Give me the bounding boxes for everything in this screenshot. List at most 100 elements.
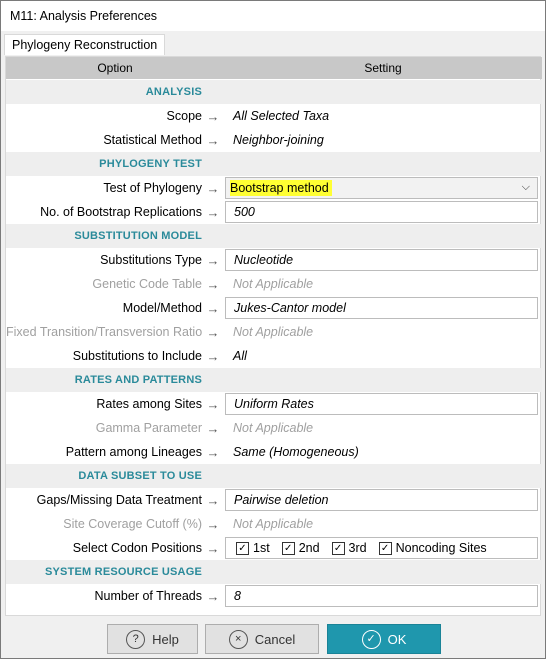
option-label: Select Codon Positions (72, 541, 202, 555)
arrow-right-icon: → (206, 300, 220, 316)
codon-checkbox[interactable]: ✓ 3rd (331, 541, 367, 555)
arrow-right-icon: → (206, 348, 220, 364)
option-label: Test of Phylogeny (103, 181, 202, 195)
option-row: Test of Phylogeny → Bootstrap method ⌵ (6, 176, 542, 200)
title-bar: M11: Analysis Preferences (1, 1, 545, 31)
option-label: No. of Bootstrap Replications (40, 205, 202, 219)
option-row: Substitutions to Include → All (6, 344, 542, 368)
arrow-right-icon: → (206, 108, 220, 124)
arrow-right-icon: → (206, 444, 220, 460)
codon-positions-field[interactable]: ✓ 1st ✓ 2nd ✓ 3rd ✓ Noncoding Sites (225, 537, 538, 559)
section-header: SUBSTITUTION MODEL (6, 224, 542, 248)
codon-checkbox[interactable]: ✓ 2nd (281, 541, 320, 555)
checkbox-icon[interactable]: ✓ (331, 541, 345, 555)
help-button[interactable]: ? Help (107, 624, 198, 654)
option-label: Gamma Parameter (95, 421, 202, 435)
option-row: Statistical Method → Neighbor-joining (6, 128, 542, 152)
option-label: Number of Threads (94, 589, 202, 603)
checkbox-label: 2nd (298, 541, 320, 555)
option-label: Fixed Transition/Transversion Ratio (6, 325, 203, 339)
option-value: Not Applicable (233, 517, 314, 531)
option-value: All Selected Taxa (233, 109, 330, 123)
option-row: Gamma Parameter → Not Applicable (6, 416, 542, 440)
header-option: Option (97, 61, 133, 75)
option-value: Neighbor-joining (233, 133, 324, 147)
section-title: PHYLOGENY TEST (99, 158, 202, 170)
arrow-right-icon: → (206, 588, 220, 604)
option-row: Pattern among Lineages → Same (Homogeneous… (6, 440, 542, 464)
section-title: DATA SUBSET TO USE (78, 470, 202, 482)
section-header: PHYLOGENY TEST (6, 152, 542, 176)
chevron-down-icon[interactable]: ⌵ (522, 181, 530, 194)
ok-button[interactable]: ✓ OK (327, 624, 441, 654)
arrow-right-icon: → (206, 276, 220, 292)
analysis-preferences-window: M11: Analysis Preferences Phylogeny Reco… (0, 0, 546, 659)
cancel-button[interactable]: × Cancel (205, 624, 319, 654)
section-title: SYSTEM RESOURCE USAGE (44, 566, 202, 578)
option-label: Substitutions to Include (72, 349, 202, 363)
option-row: Site Coverage Cutoff (%) → Not Applicable (6, 512, 542, 536)
arrow-right-icon: → (206, 420, 220, 436)
checkbox-icon[interactable]: ✓ (378, 541, 392, 555)
option-value[interactable]: 8 (225, 585, 538, 607)
arrow-right-icon: → (206, 324, 220, 340)
grid-header: Option Setting (6, 57, 542, 79)
checkmark-icon: ✓ (361, 629, 381, 649)
option-value[interactable]: Jukes-Cantor model (225, 297, 538, 319)
option-row: Model/Method → Jukes-Cantor model (6, 296, 542, 320)
section-title: RATES AND PATTERNS (74, 374, 202, 386)
option-row: Rates among Sites → Uniform Rates (6, 392, 542, 416)
option-row: Gaps/Missing Data Treatment → Pairwise del… (6, 488, 542, 512)
option-row: Genetic Code Table → Not Applicable (6, 272, 542, 296)
section-header: RATES AND PATTERNS (6, 368, 542, 392)
header-setting: Setting (364, 61, 402, 75)
arrow-right-icon: → (206, 252, 220, 268)
arrow-right-icon: → (206, 132, 220, 148)
window-title: M11: Analysis Preferences (10, 9, 158, 23)
arrow-right-icon: → (206, 540, 220, 556)
checkbox-label: Noncoding Sites (395, 541, 487, 555)
option-label: Site Coverage Cutoff (%) (63, 517, 202, 531)
option-value[interactable]: Uniform Rates (225, 393, 538, 415)
option-row: Fixed Transition/Transversion Ratio → Not … (6, 320, 542, 344)
option-label: Gaps/Missing Data Treatment (36, 493, 202, 507)
checkbox-icon[interactable]: ✓ (236, 541, 249, 555)
section-header: SYSTEM RESOURCE USAGE (6, 560, 542, 584)
help-button-label: Help (152, 631, 179, 647)
section-title: ANALYSIS (145, 86, 202, 98)
option-value[interactable]: Nucleotide (225, 249, 538, 271)
option-label: Rates among Sites (96, 397, 202, 411)
help-icon: ? (126, 629, 146, 649)
option-value: Not Applicable (233, 325, 314, 339)
option-label: Substitutions Type (100, 253, 202, 267)
option-value: Not Applicable (233, 277, 314, 291)
ok-button-label: OK (387, 631, 407, 647)
checkbox-label: 1st (253, 541, 270, 555)
arrow-right-icon: → (206, 204, 220, 220)
option-row: Scope → All Selected Taxa (6, 104, 542, 128)
option-label: Model/Method (122, 301, 202, 315)
checkbox-label: 3rd (348, 541, 367, 555)
option-value[interactable]: 500 (225, 201, 538, 223)
cancel-icon: × (228, 629, 248, 649)
cancel-button-label: Cancel (254, 631, 296, 647)
option-value: Not Applicable (233, 421, 314, 435)
option-label: Scope (166, 109, 202, 123)
test-of-phylogeny-dropdown[interactable]: Bootstrap method ⌵ (225, 177, 538, 199)
codon-checkbox[interactable]: ✓ 1st (236, 541, 270, 555)
section-header: DATA SUBSET TO USE (6, 464, 542, 488)
codon-checkbox[interactable]: ✓ Noncoding Sites (378, 541, 487, 555)
option-row: Substitutions Type → Nucleotide (6, 248, 542, 272)
tab-phylogeny-reconstruction[interactable]: Phylogeny Reconstruction (4, 34, 166, 55)
option-value: All (233, 349, 247, 363)
checkbox-icon[interactable]: ✓ (281, 541, 295, 555)
option-value: Same (Homogeneous) (233, 445, 359, 459)
option-row: No. of Bootstrap Replications → 500 (6, 200, 542, 224)
arrow-right-icon: → (206, 492, 220, 508)
option-row: Number of Threads → 8 (6, 584, 542, 608)
option-value[interactable]: Pairwise deletion (225, 489, 538, 511)
option-row: Select Codon Positions → ✓ 1st ✓ 2nd ✓ 3rd ✓ Nonc… (6, 536, 542, 560)
arrow-right-icon: → (206, 396, 220, 412)
option-label: Statistical Method (103, 133, 202, 147)
option-label: Genetic Code Table (92, 277, 202, 291)
